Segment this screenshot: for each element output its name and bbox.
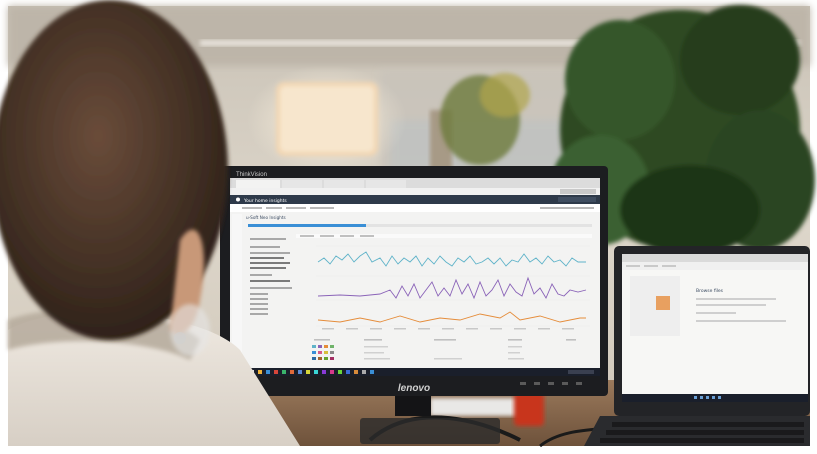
laptop: Browse files xyxy=(584,246,810,446)
browser-tab[interactable] xyxy=(282,180,322,188)
app-header-title: Your home insights xyxy=(243,198,287,204)
browser-tab[interactable] xyxy=(324,180,364,188)
app-logo-icon xyxy=(236,197,240,202)
address-bar[interactable] xyxy=(230,188,600,195)
browser-toolbar xyxy=(560,189,596,194)
left-rail xyxy=(232,214,242,364)
laptop-page-title: Browse files xyxy=(696,288,724,294)
monitor-brand-top: ThinkVision xyxy=(236,172,267,178)
scene: ThinkVision lenovo Your home insights u-… xyxy=(0,0,817,454)
monitor: ThinkVision lenovo Your home insights u-… xyxy=(220,166,608,416)
monitor-brand-bottom: lenovo xyxy=(398,383,430,394)
user-menu[interactable] xyxy=(558,197,596,202)
timeline-selection[interactable] xyxy=(248,224,366,227)
browser-tab[interactable] xyxy=(366,180,406,188)
page-title: u-Soft Neo Insights xyxy=(246,215,286,220)
browser-tab[interactable] xyxy=(236,180,280,188)
office-photo: ThinkVision lenovo Your home insights u-… xyxy=(0,0,817,454)
system-tray xyxy=(568,370,594,374)
